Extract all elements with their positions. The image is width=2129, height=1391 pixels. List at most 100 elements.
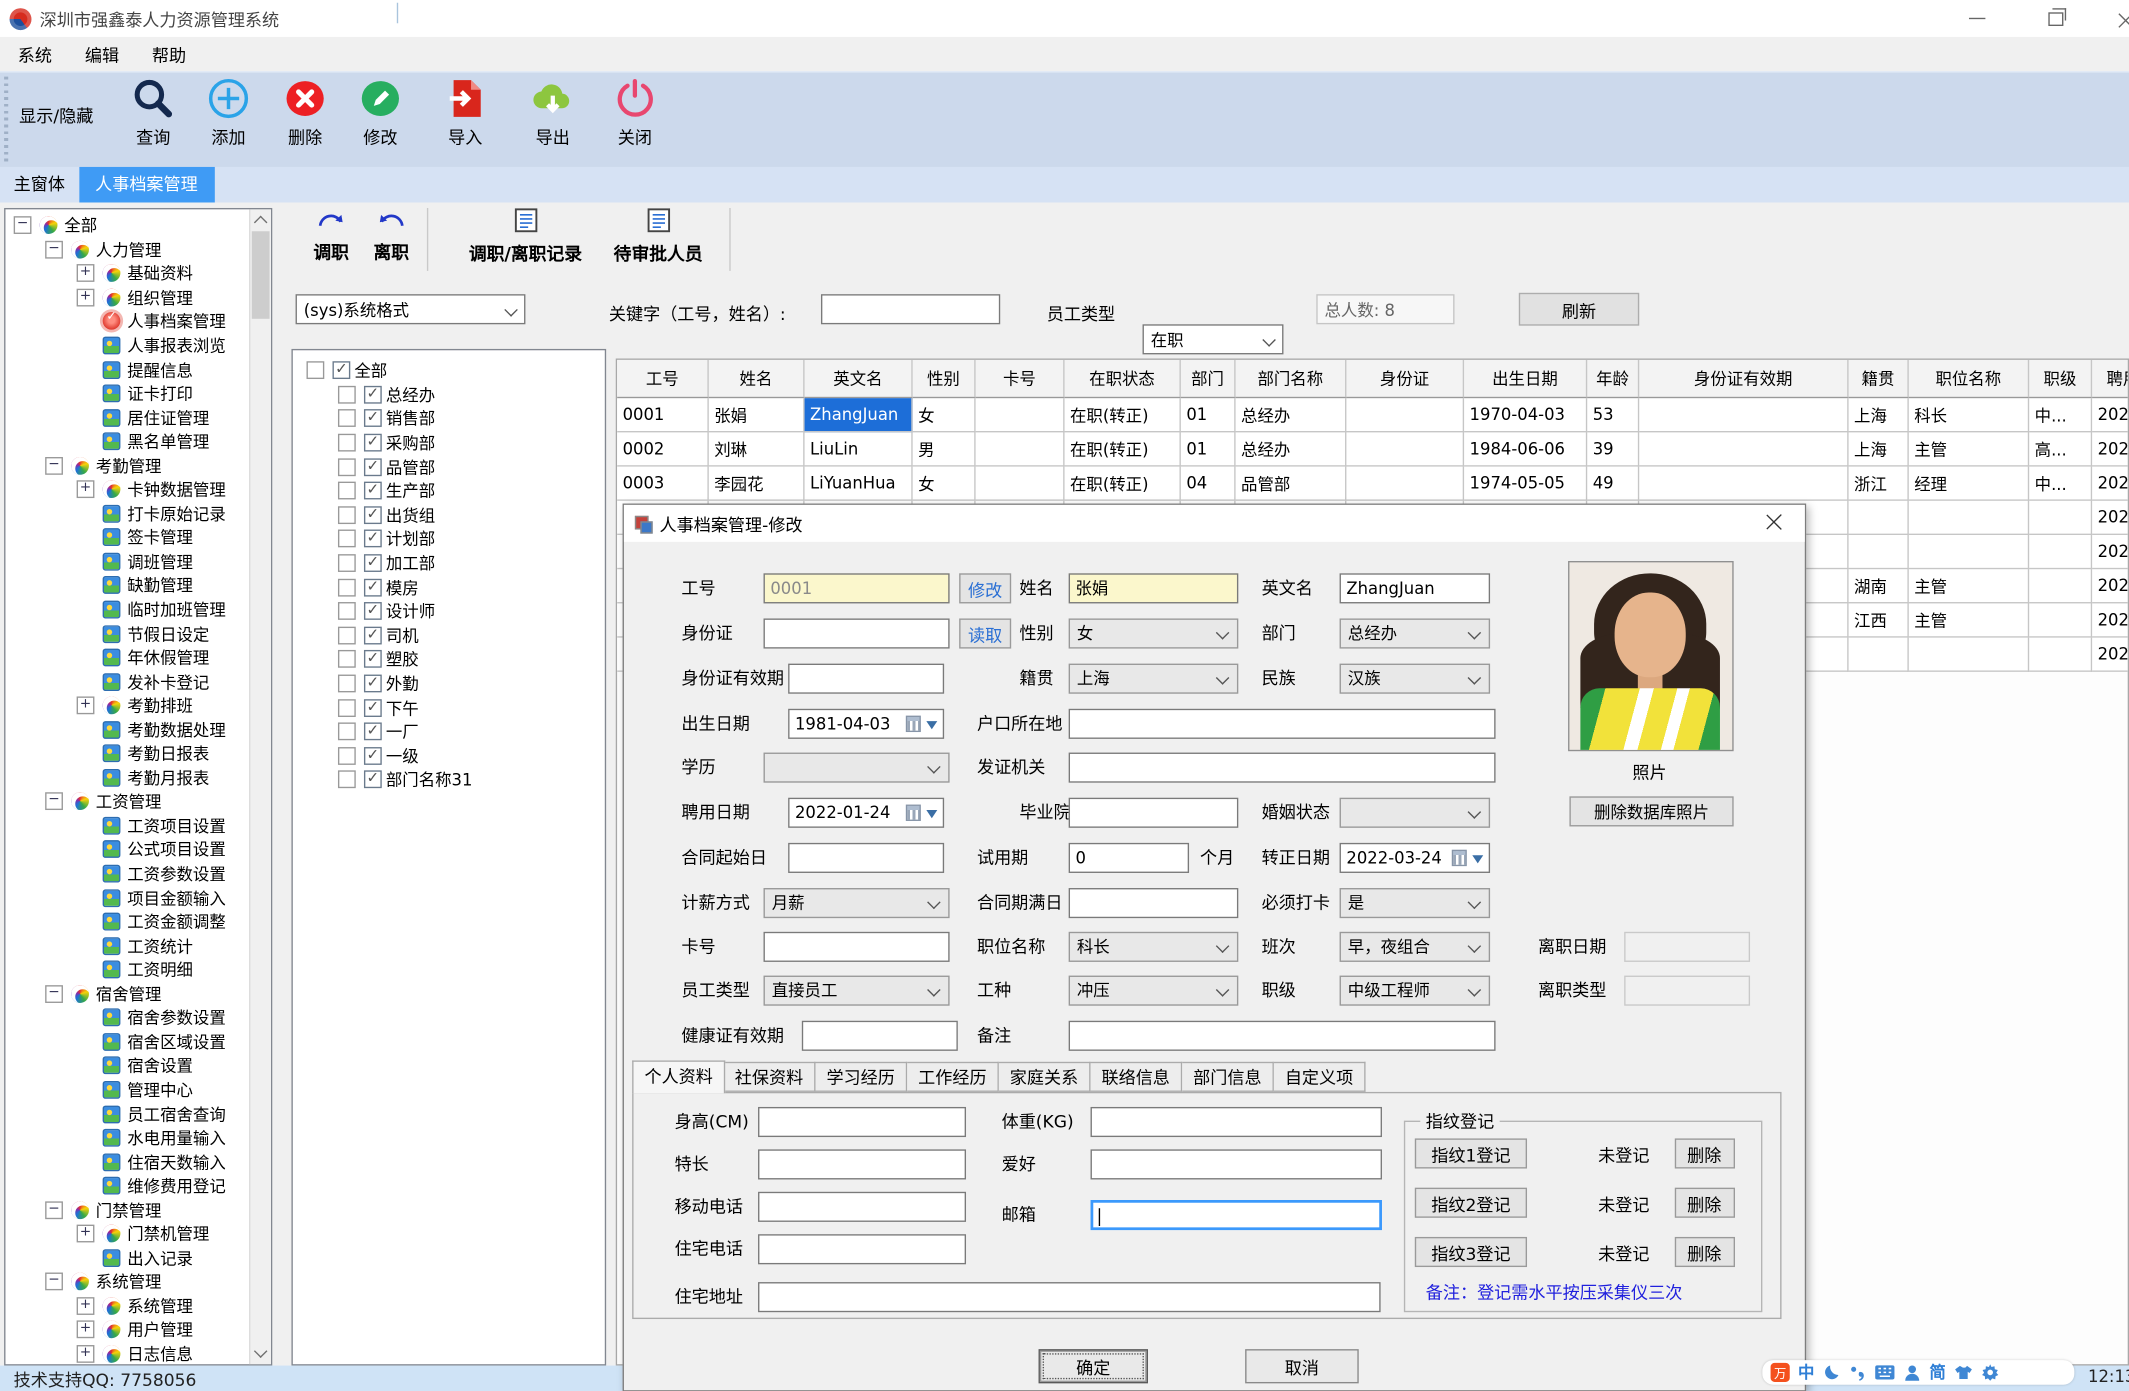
sidebar-tree-item[interactable]: 节假日设定 [5, 622, 251, 646]
checkbox-checked-icon[interactable] [363, 649, 382, 669]
tab-custom-fields[interactable]: 自定义项 [1273, 1061, 1366, 1092]
tree-expander-icon[interactable] [337, 626, 356, 645]
sidebar-tree-item[interactable]: 工资金额调整 [5, 910, 251, 934]
department-tree-item[interactable]: 生产部 [293, 479, 605, 503]
scrollbar-thumb[interactable] [251, 231, 270, 319]
tree-expander-icon[interactable] [337, 506, 356, 524]
tree-expander-icon[interactable] [76, 264, 95, 283]
tree-expander-icon[interactable] [76, 288, 95, 307]
sidebar-tree-item[interactable]: 系统管理 [5, 1294, 251, 1318]
format-select[interactable]: (sys)系统格式 [295, 294, 526, 325]
sidebar-scrollbar[interactable] [249, 209, 271, 1365]
employee-type-select[interactable]: 在职 [1142, 324, 1284, 355]
checkbox-checked-icon[interactable] [332, 360, 351, 380]
tree-expander-icon[interactable] [337, 770, 356, 789]
sidebar-tree-item[interactable]: 打卡原始记录 [5, 502, 251, 526]
leave-type-input[interactable] [1624, 975, 1751, 1006]
health-cert-input[interactable] [801, 1020, 958, 1051]
probation-input[interactable]: 0 [1068, 842, 1190, 873]
sidebar-tree-item[interactable]: 居住证管理 [5, 406, 251, 430]
emp-no-input[interactable]: 0001 [763, 573, 950, 604]
tree-expander-icon[interactable] [13, 216, 32, 235]
home-addr-input[interactable] [758, 1282, 1381, 1313]
col-header[interactable]: 卡号 [975, 359, 1065, 399]
tree-expander-icon[interactable] [45, 792, 63, 811]
fingerprint-register-button[interactable]: 指纹2登记 [1414, 1187, 1528, 1218]
department-tree-item[interactable]: 塑胶 [293, 647, 605, 671]
read-id-button[interactable]: 读取 [959, 618, 1012, 649]
sidebar-tree-item[interactable]: 调班管理 [5, 550, 251, 574]
resign-button[interactable]: 离职 [364, 209, 419, 264]
table-row[interactable]: 0002 刘琳 LiuLin 男 在职(转正) 01 总经办 1984-06-0… [617, 432, 2128, 467]
keyboard-icon[interactable] [1875, 1364, 1896, 1380]
checkbox-checked-icon[interactable] [363, 625, 382, 645]
sidebar-tree-item[interactable]: 考勤管理 [5, 454, 251, 478]
specialty-input[interactable] [758, 1149, 967, 1180]
work-type-select[interactable]: 冲压 [1068, 975, 1239, 1006]
sidebar-tree-item[interactable]: 工资项目设置 [5, 814, 251, 838]
sidebar-tree-item[interactable]: 管理中心 [5, 1078, 251, 1102]
sidebar-tree-item[interactable]: 水电用量输入 [5, 1126, 251, 1150]
department-tree-item[interactable]: 一级 [293, 744, 605, 768]
remark-input[interactable] [1068, 1020, 1496, 1051]
sidebar-tree-item[interactable]: 住宿天数输入 [5, 1150, 251, 1174]
col-header[interactable]: 性别 [912, 359, 976, 399]
tab-family[interactable]: 家庭关系 [998, 1061, 1091, 1092]
tree-expander-icon[interactable] [45, 240, 63, 259]
tree-expander-icon[interactable] [337, 746, 356, 765]
native-place-select[interactable]: 上海 [1068, 663, 1239, 694]
transfer-records-button[interactable]: 调职/离职记录 [449, 208, 602, 265]
issue-org-input[interactable] [1068, 752, 1496, 783]
sidebar-tree-item[interactable]: 考勤月报表 [5, 766, 251, 790]
checkbox-checked-icon[interactable] [363, 745, 382, 765]
tree-expander-icon[interactable] [45, 984, 63, 1003]
id-card-input[interactable] [763, 618, 950, 649]
checkbox-checked-icon[interactable] [363, 457, 382, 476]
regular-date-picker[interactable]: 2022-03-24 [1339, 842, 1491, 873]
sidebar-tree-item[interactable]: 项目金额输入 [5, 886, 251, 910]
sidebar-tree-item[interactable]: 日志信息 [5, 1342, 251, 1364]
checkbox-checked-icon[interactable] [363, 721, 382, 741]
department-tree-item[interactable]: 出货组 [293, 503, 605, 527]
close-button[interactable] [2099, 0, 2129, 37]
sidebar-tree-item[interactable]: 系统管理 [5, 1270, 251, 1294]
sidebar-tree-item[interactable]: 考勤排班 [5, 694, 251, 718]
tree-expander-icon[interactable] [337, 698, 356, 717]
toggle-sidebar-button[interactable]: 显示/隐藏 [19, 101, 93, 127]
shirt-icon[interactable] [1954, 1364, 1973, 1380]
sidebar-tree-item[interactable]: 宿舍区域设置 [5, 1030, 251, 1054]
fingerprint-register-button[interactable]: 指纹1登记 [1414, 1138, 1528, 1169]
col-header[interactable]: 聘用日期 [2092, 360, 2128, 399]
ime-logo-icon[interactable]: 万 [1770, 1362, 1790, 1382]
punctuation-icon[interactable] [1849, 1364, 1867, 1382]
transfer-button[interactable]: 调职 [304, 209, 359, 264]
checkbox-checked-icon[interactable] [363, 601, 382, 621]
department-tree-item[interactable]: 外勤 [293, 671, 605, 695]
sidebar-tree-item[interactable]: 公式项目设置 [5, 838, 251, 862]
col-header[interactable]: 职级 [2029, 359, 2093, 399]
tree-expander-icon[interactable] [76, 480, 95, 499]
checkbox-checked-icon[interactable] [363, 770, 382, 789]
tree-expander-icon[interactable] [337, 650, 356, 669]
contract-start-input[interactable] [788, 842, 945, 873]
home-phone-input[interactable] [758, 1234, 967, 1265]
birth-date-picker[interactable]: 1981-04-03 [788, 708, 945, 739]
col-header[interactable]: 出生日期 [1464, 359, 1588, 399]
col-header[interactable]: 工号 [617, 359, 709, 399]
id-valid-input[interactable] [788, 663, 945, 694]
checkbox-checked-icon[interactable] [363, 577, 382, 597]
checkbox-checked-icon[interactable] [363, 408, 382, 428]
dept-select[interactable]: 总经办 [1339, 618, 1491, 649]
table-row[interactable]: 0003 李园花 LiYuanHua 女 在职(转正) 04 品管部 1974-… [617, 466, 2128, 501]
menu-edit[interactable]: 编辑 [85, 41, 119, 67]
ime-chinese-mode-icon[interactable]: 中 [1798, 1363, 1814, 1382]
department-tree-item[interactable]: 模房 [293, 575, 605, 599]
table-row[interactable]: 0001 张娟 ZhangJuan 女 在职(转正) 01 总经办 1970-0… [617, 398, 2128, 433]
export-button[interactable]: 导出 [519, 75, 587, 163]
fingerprint-delete-button[interactable]: 删除 [1674, 1138, 1735, 1169]
menu-help[interactable]: 帮助 [152, 41, 186, 67]
household-input[interactable] [1068, 708, 1496, 739]
checkbox-checked-icon[interactable] [363, 432, 382, 452]
department-tree-item[interactable]: 采购部 [293, 431, 605, 455]
tree-expander-icon[interactable] [337, 602, 356, 621]
